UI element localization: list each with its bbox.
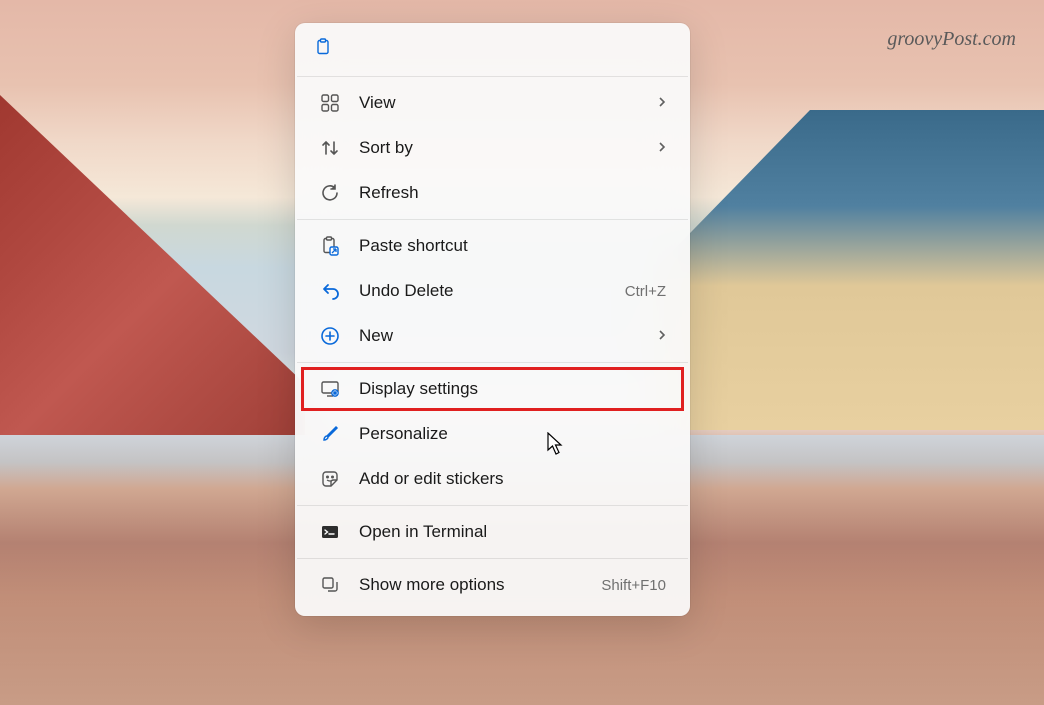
menu-item-terminal[interactable]: Open in Terminal xyxy=(301,510,684,554)
menu-divider xyxy=(297,362,688,363)
paste-shortcut-icon xyxy=(319,235,341,257)
menu-label: Show more options xyxy=(359,575,583,595)
menu-label: Personalize xyxy=(359,424,666,444)
menu-divider xyxy=(297,505,688,506)
menu-item-stickers[interactable]: Add or edit stickers xyxy=(301,457,684,501)
watermark-text: groovyPost.com xyxy=(887,28,1016,51)
brush-icon xyxy=(319,423,341,445)
menu-item-display-settings[interactable]: Display settings xyxy=(301,367,684,411)
menu-item-new[interactable]: New xyxy=(301,314,684,358)
menu-divider xyxy=(297,558,688,559)
chevron-right-icon xyxy=(658,140,666,156)
clipboard-icon[interactable] xyxy=(313,37,333,57)
desktop-wallpaper[interactable]: groovyPost.com View xyxy=(0,0,1044,705)
sort-icon xyxy=(319,137,341,159)
menu-label: Undo Delete xyxy=(359,281,607,301)
menu-label: Display settings xyxy=(359,379,666,399)
more-options-icon xyxy=(319,574,341,596)
menu-divider xyxy=(297,76,688,77)
menu-item-show-more-options[interactable]: Show more options Shift+F10 xyxy=(301,563,684,607)
menu-item-refresh[interactable]: Refresh xyxy=(301,171,684,215)
menu-divider xyxy=(297,219,688,220)
menu-item-sort-by[interactable]: Sort by xyxy=(301,126,684,170)
menu-label: Open in Terminal xyxy=(359,522,666,542)
menu-header xyxy=(295,31,690,72)
grid-icon xyxy=(319,92,341,114)
menu-label: Refresh xyxy=(359,183,666,203)
undo-icon xyxy=(319,280,341,302)
menu-shortcut: Ctrl+Z xyxy=(625,283,666,300)
menu-label: View xyxy=(359,93,640,113)
highlighted-item: Display settings xyxy=(301,367,684,411)
menu-item-paste-shortcut[interactable]: Paste shortcut xyxy=(301,224,684,268)
menu-shortcut: Shift+F10 xyxy=(601,577,666,594)
chevron-right-icon xyxy=(658,328,666,344)
menu-item-personalize[interactable]: Personalize xyxy=(301,412,684,456)
plus-circle-icon xyxy=(319,325,341,347)
desktop-context-menu: View Sort by xyxy=(295,23,690,616)
terminal-icon xyxy=(319,521,341,543)
sticker-icon xyxy=(319,468,341,490)
menu-item-view[interactable]: View xyxy=(301,81,684,125)
menu-label: Paste shortcut xyxy=(359,236,666,256)
chevron-right-icon xyxy=(658,95,666,111)
menu-label: Sort by xyxy=(359,138,640,158)
menu-label: Add or edit stickers xyxy=(359,469,666,489)
menu-item-undo-delete[interactable]: Undo Delete Ctrl+Z xyxy=(301,269,684,313)
display-icon xyxy=(319,378,341,400)
refresh-icon xyxy=(319,182,341,204)
menu-label: New xyxy=(359,326,640,346)
